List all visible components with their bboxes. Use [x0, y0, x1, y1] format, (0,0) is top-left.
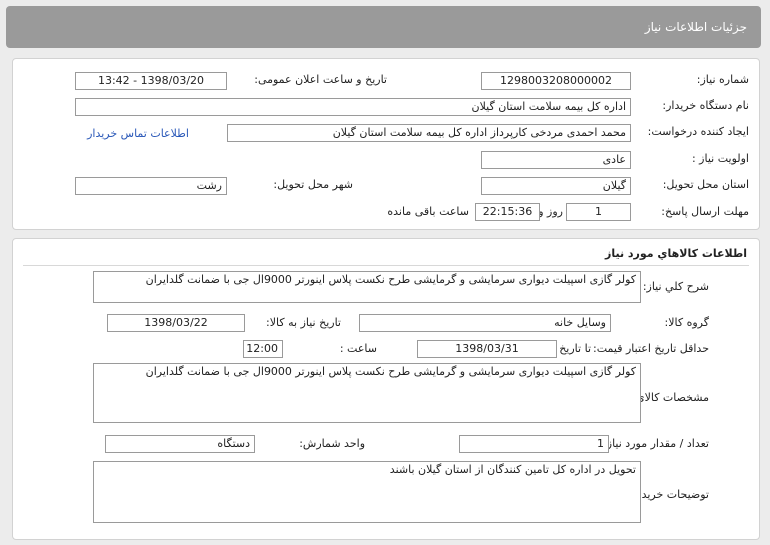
section-divider	[23, 265, 749, 266]
goods-spec-field[interactable]: کولر گازی اسپیلت دیواری سرمایشی و گرمایش…	[93, 363, 641, 423]
deadline-days-label: روز و	[538, 205, 563, 218]
need-number-label: شماره نیاز:	[696, 73, 749, 86]
priority-label: اولویت نیاز :	[691, 152, 749, 165]
validity-until-label: تا تاریخ :	[552, 342, 591, 355]
buyer-org-field[interactable]: اداره کل بیمه سلامت استان گیلان	[75, 98, 631, 116]
goods-section-title: اطلاعات کالاهاي مورد نياز	[605, 247, 747, 260]
buyer-contact-link[interactable]: اطلاعات تماس خریدار	[87, 126, 189, 142]
delivery-city-label: شهر محل تحویل:	[273, 178, 353, 191]
announce-datetime-field[interactable]: 1398/03/20 - 13:42	[75, 72, 227, 90]
general-desc-label: شرح کلي نياز:	[642, 280, 709, 293]
price-validity-label: حداقل تاریخ اعتبار قیمت:	[593, 342, 709, 355]
deadline-days-field[interactable]: 1	[566, 203, 631, 221]
page-header: جزئیات اطلاعات نیاز	[6, 6, 761, 48]
page-title: جزئیات اطلاعات نیاز	[644, 20, 747, 34]
deadline-label: مهلت ارسال پاسخ:	[661, 205, 749, 218]
delivery-province-label: استان محل تحویل:	[662, 178, 749, 191]
need-number-field[interactable]: 1298003208000002	[481, 72, 631, 90]
goods-group-field[interactable]: وسایل خانه	[359, 314, 611, 332]
goods-group-label: گروه کالا:	[664, 316, 709, 329]
quantity-label: تعداد / مقدار مورد نیاز:	[603, 437, 709, 450]
goods-panel: اطلاعات کالاهاي مورد نياز شرح کلي نياز: …	[12, 238, 760, 540]
unit-field[interactable]: دستگاه	[105, 435, 255, 453]
buyer-org-label: نام دستگاه خریدار:	[662, 99, 749, 112]
announce-datetime-label: تاریخ و ساعت اعلان عمومی:	[254, 73, 387, 86]
priority-field[interactable]: عادی	[481, 151, 631, 169]
validity-time-field[interactable]: 12:00	[243, 340, 283, 358]
need-date-field[interactable]: 1398/03/22	[107, 314, 245, 332]
need-info-panel: شماره نیاز: 1298003208000002 تاریخ و ساع…	[12, 58, 760, 230]
delivery-city-field[interactable]: رشت	[75, 177, 227, 195]
quantity-field[interactable]: 1	[459, 435, 609, 453]
buyer-notes-label: توضیحات خریدار:	[629, 488, 710, 501]
deadline-time-label: ساعت باقی مانده	[387, 205, 469, 218]
requester-label: ایجاد کننده درخواست:	[647, 125, 749, 138]
deadline-time-field[interactable]: 22:15:36	[475, 203, 540, 221]
requester-field[interactable]: محمد احمدی مردخی کارپرداز اداره کل بیمه …	[227, 124, 631, 142]
buyer-notes-field[interactable]: تحویل در اداره کل تامین کنندگان از استان…	[93, 461, 641, 523]
general-desc-field[interactable]: کولر گازی اسپیلت دیواری سرمایشی و گرمایش…	[93, 271, 641, 303]
unit-label: واحد شمارش:	[299, 437, 365, 450]
need-date-label: تاریخ نیاز به کالا:	[266, 316, 341, 329]
validity-date-field[interactable]: 1398/03/31	[417, 340, 557, 358]
validity-time-label: ساعت :	[339, 342, 377, 355]
delivery-province-field[interactable]: گیلان	[481, 177, 631, 195]
